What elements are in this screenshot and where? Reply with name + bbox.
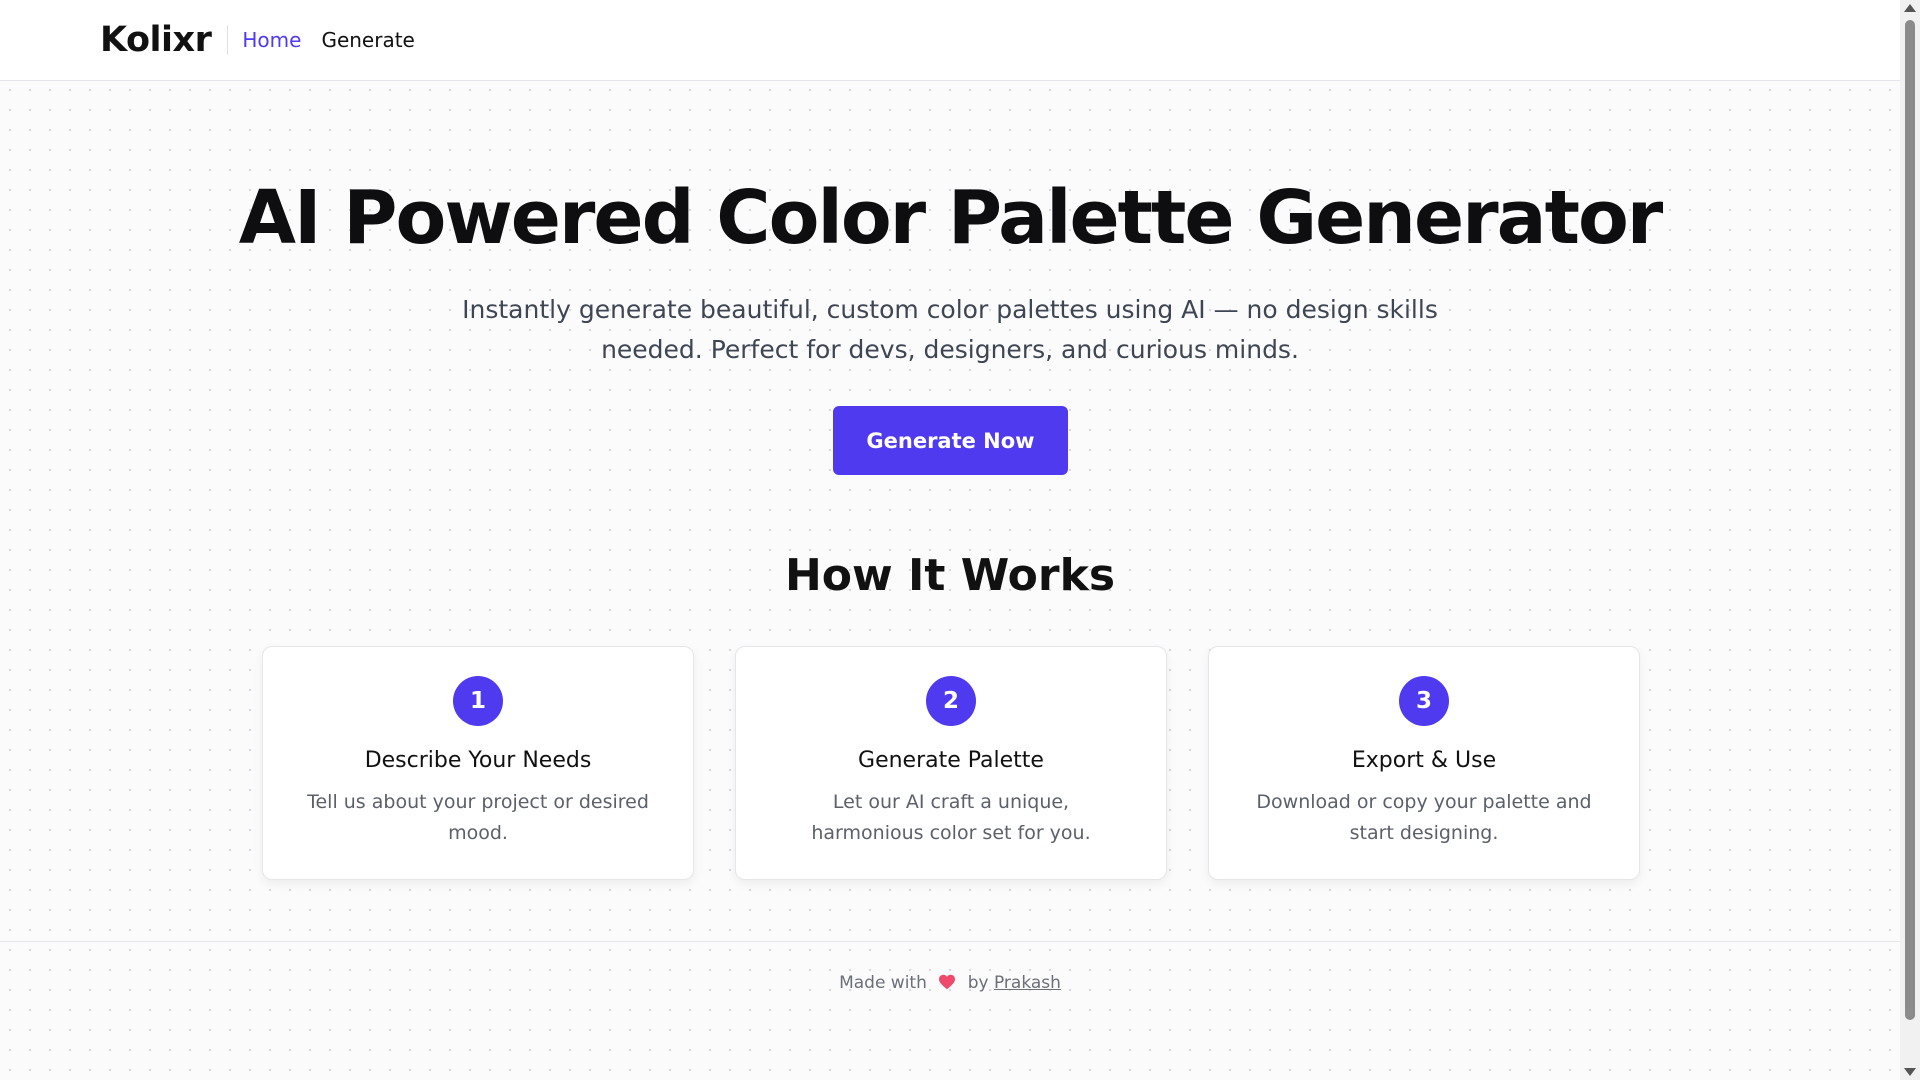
step-title: Export & Use bbox=[1351, 748, 1497, 773]
generate-now-button[interactable]: Generate Now bbox=[833, 406, 1068, 475]
step-card-2: 2 Generate Palette Let our AI craft a un… bbox=[735, 646, 1167, 880]
step-card-1: 1 Describe Your Needs Tell us about your… bbox=[262, 646, 694, 880]
step-number-badge: 2 bbox=[926, 676, 976, 726]
top-navbar: Kolixr Home Generate bbox=[0, 0, 1900, 81]
step-number-badge: 1 bbox=[453, 676, 503, 726]
footer: Made with by Prakash bbox=[0, 973, 1900, 995]
step-number-badge: 3 bbox=[1399, 676, 1449, 726]
heart-icon bbox=[938, 974, 956, 995]
footer-divider bbox=[0, 941, 1900, 942]
scroll-up-icon[interactable] bbox=[1904, 4, 1916, 12]
scroll-down-icon[interactable] bbox=[1904, 1068, 1916, 1076]
footer-made-with: Made with bbox=[839, 973, 927, 993]
hero-subtitle: Instantly generate beautiful, custom col… bbox=[0, 290, 1900, 370]
step-title: Describe Your Needs bbox=[364, 748, 592, 773]
step-description: Tell us about your project or desired mo… bbox=[307, 791, 649, 844]
nav-divider bbox=[227, 25, 229, 55]
how-it-works-title: How It Works bbox=[784, 550, 1116, 601]
nav-link-home[interactable]: Home bbox=[242, 28, 301, 52]
hero-subtitle-line-2: needed. Perfect for devs, designers, and… bbox=[601, 335, 1299, 364]
vertical-scrollbar[interactable] bbox=[1900, 0, 1920, 1080]
hero-title: AI Powered Color Palette Generator bbox=[238, 175, 1664, 261]
step-title: Generate Palette bbox=[858, 748, 1044, 773]
brand-logo[interactable]: Kolixr bbox=[100, 20, 212, 60]
footer-by: by bbox=[967, 973, 989, 993]
step-description: Download or copy your palette and start … bbox=[1256, 791, 1592, 844]
author-link[interactable]: Prakash bbox=[994, 973, 1061, 993]
step-description: Let our AI craft a unique, harmonious co… bbox=[811, 791, 1091, 844]
scrollbar-thumb[interactable] bbox=[1905, 20, 1915, 1020]
hero-subtitle-line-1: Instantly generate beautiful, custom col… bbox=[462, 295, 1438, 324]
step-card-3: 3 Export & Use Download or copy your pal… bbox=[1208, 646, 1640, 880]
nav-link-generate[interactable]: Generate bbox=[321, 28, 414, 52]
